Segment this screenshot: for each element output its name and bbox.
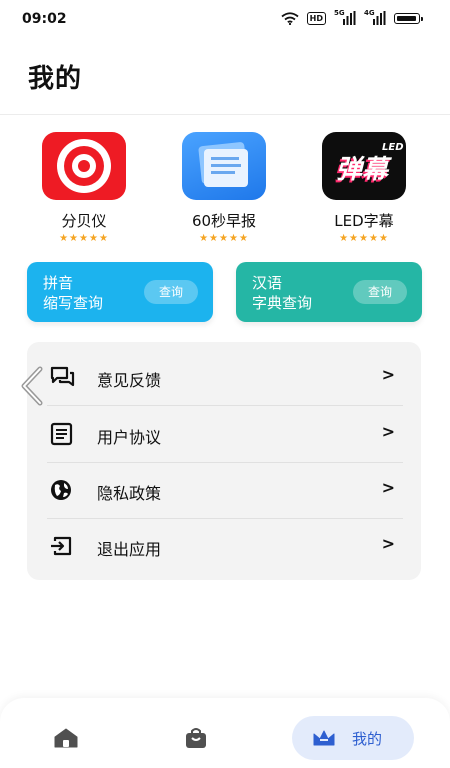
menu-label: 隐私政策 [97,484,162,503]
app-item-decibel[interactable]: 分贝仪 ★★★★★ [24,132,144,244]
chevron-right-icon: > [381,478,395,497]
cell-signal-4g-icon: 4G [364,9,386,25]
battery-icon [394,12,423,24]
menu-item-user-agreement[interactable]: 用户协议 > [47,406,403,462]
bottom-nav: 我的 [0,698,450,768]
status-time: 09:02 [22,11,67,27]
nav-tab-mine[interactable]: 我的 [292,716,414,760]
chevron-right-icon: > [381,365,395,384]
settings-menu: 意见反馈 > 用户协议 > 隐私政策 > 退出应用 > [27,342,421,580]
store-bag-icon[interactable] [184,726,208,750]
menu-item-privacy-policy[interactable]: 隐私政策 > [47,462,403,518]
nav-tab-label: 我的 [352,730,383,748]
svg-text:弹幕: 弹幕 [336,155,392,185]
rating-stars: ★★★★★ [59,233,109,244]
home-icon[interactable] [54,728,78,748]
app-name: 60秒早报 [191,212,257,230]
news-document-icon [182,132,266,200]
cell-signal-5g-icon: 5G [334,9,356,25]
chinese-dictionary-card[interactable]: 汉语 字典查询 查询 [236,262,422,322]
card-title: 拼音 缩写查询 [43,274,104,312]
globe-icon [51,480,71,500]
menu-item-exit-app[interactable]: 退出应用 > [47,518,403,574]
card-title: 汉语 字典查询 [252,274,313,312]
menu-label: 用户协议 [97,428,162,447]
pinyin-abbreviation-card[interactable]: 拼音 缩写查询 查询 [27,262,213,322]
query-button[interactable]: 查询 [144,280,198,304]
document-list-icon [50,422,73,446]
page-title: 我的 [28,64,83,94]
hd-badge: HD [306,11,326,25]
app-name: 分贝仪 [61,212,107,230]
chevron-right-icon: > [381,534,395,553]
decibel-meter-icon [42,132,126,200]
menu-label: 意见反馈 [97,371,162,390]
app-name: LED字幕 [334,212,394,230]
crown-icon [313,730,335,746]
led-subtitle-icon: LED 弹幕 弹幕 [322,132,406,200]
app-item-news[interactable]: 60秒早报 ★★★★★ [164,132,284,244]
menu-label: 退出应用 [97,540,162,559]
header-divider [0,114,450,115]
exit-icon [51,536,72,556]
rating-stars: ★★★★★ [339,233,389,244]
query-button[interactable]: 查询 [353,280,407,304]
feedback-chat-icon [50,366,75,387]
status-bar: 09:02 HD 5G 4G [0,0,450,40]
chevron-right-icon: > [381,422,395,441]
wifi-icon [281,11,299,25]
svg-text:LED: LED [382,142,404,153]
menu-item-feedback[interactable]: 意见反馈 > [47,349,403,405]
status-icons: HD 5G 4G [281,9,423,25]
rating-stars: ★★★★★ [199,233,249,244]
app-item-led[interactable]: LED 弹幕 弹幕 LED字幕 ★★★★★ [304,132,424,244]
back-chevron-icon[interactable] [18,366,46,406]
